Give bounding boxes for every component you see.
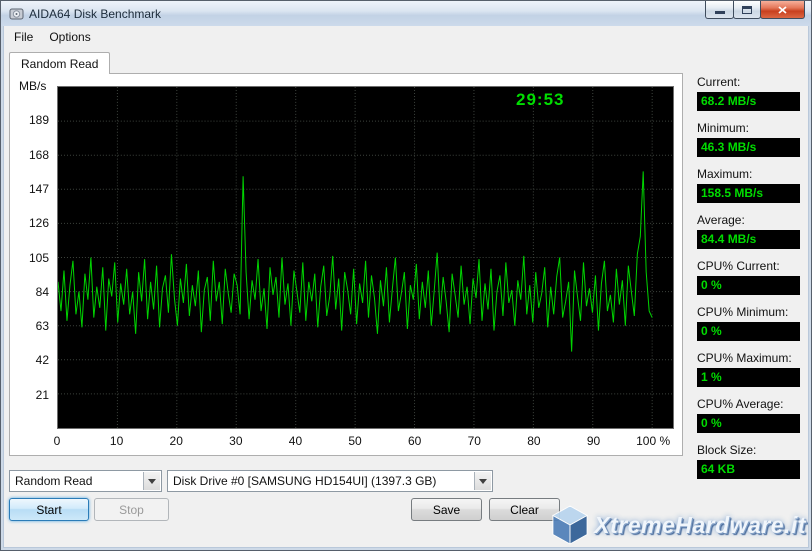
watermark-text: XtremeHardware.it xyxy=(594,512,806,539)
stat-block: Minimum: 46.3 MB/s xyxy=(697,121,800,157)
caption-buttons xyxy=(706,1,805,19)
stat-value: 68.2 MB/s xyxy=(697,92,800,111)
y-tick-label: 168 xyxy=(29,148,49,162)
y-tick-label: 42 xyxy=(36,353,49,367)
benchmark-chart: 29:53 xyxy=(57,86,674,429)
benchmark-panel: MB/s 18916814712610584634221 29:53 01020… xyxy=(9,73,683,456)
x-tick-label: 90 xyxy=(587,434,600,448)
close-button[interactable] xyxy=(760,1,805,19)
x-tick-label: 50 xyxy=(348,434,361,448)
y-tick-label: 189 xyxy=(29,113,49,127)
start-button[interactable]: Start xyxy=(9,498,89,521)
chart-plot xyxy=(58,87,673,428)
maximize-button[interactable] xyxy=(733,1,761,19)
stats-panel: Current: 68.2 MB/s Minimum: 46.3 MB/s Maximu… xyxy=(697,75,800,489)
stat-label: CPU% Maximum: xyxy=(697,351,800,365)
menu-item-file[interactable]: File xyxy=(6,27,41,47)
benchmark-type-value: Random Read xyxy=(15,474,92,488)
stat-value: 0 % xyxy=(697,276,800,295)
y-tick-label: 63 xyxy=(36,319,49,333)
tab-random-read[interactable]: Random Read xyxy=(9,52,110,74)
x-tick-label: 70 xyxy=(468,434,481,448)
y-tick-label: 105 xyxy=(29,251,49,265)
y-tick-label: 84 xyxy=(36,285,49,299)
stat-block: CPU% Average: 0 % xyxy=(697,397,800,433)
maximize-icon xyxy=(742,6,752,14)
stat-label: Average: xyxy=(697,213,800,227)
x-axis-labels: 0 10 20 30 40 50 60 70 80 90 100 % xyxy=(57,434,674,450)
y-axis-labels: 189 168 147 126 105 84 63 42 21 xyxy=(10,86,51,429)
stat-block: Current: 68.2 MB/s xyxy=(697,75,800,111)
stat-label: CPU% Current: xyxy=(697,259,800,273)
stat-block: CPU% Minimum: 0 % xyxy=(697,305,800,341)
minimize-button[interactable] xyxy=(705,1,734,19)
stat-block: Average: 84.4 MB/s xyxy=(697,213,800,249)
title-bar[interactable]: AIDA64 Disk Benchmark xyxy=(1,1,811,26)
x-tick-label: 0 xyxy=(54,434,61,448)
stat-label: Minimum: xyxy=(697,121,800,135)
dropdown-arrow-icon[interactable] xyxy=(143,472,160,490)
benchmark-type-select[interactable]: Random Read xyxy=(9,470,162,492)
watermark: XtremeHardware.it xyxy=(551,504,806,546)
minimize-icon xyxy=(715,11,725,14)
app-icon xyxy=(9,7,24,21)
drive-select[interactable]: Disk Drive #0 [SAMSUNG HD154UI] (1397.3 … xyxy=(167,470,493,492)
stat-value: 46.3 MB/s xyxy=(697,138,800,157)
stat-value: 0 % xyxy=(697,414,800,433)
dropdown-arrow-icon[interactable] xyxy=(474,472,491,490)
stat-value: 1 % xyxy=(697,368,800,387)
x-tick-label: 10 xyxy=(110,434,123,448)
y-tick-label: 126 xyxy=(29,216,49,230)
menu-bar: FileOptions xyxy=(4,26,808,48)
x-tick-label: 100 % xyxy=(636,434,670,448)
stat-value: 0 % xyxy=(697,322,800,341)
menu-item-options[interactable]: Options xyxy=(41,27,98,47)
stat-block: Maximum: 158.5 MB/s xyxy=(697,167,800,203)
x-tick-label: 30 xyxy=(229,434,242,448)
stat-label: CPU% Average: xyxy=(697,397,800,411)
y-tick-label: 21 xyxy=(36,388,49,402)
close-icon xyxy=(778,6,787,14)
clear-button[interactable]: Clear xyxy=(489,498,560,521)
x-tick-label: 20 xyxy=(170,434,183,448)
stat-value: 64 KB xyxy=(697,460,800,479)
save-button[interactable]: Save xyxy=(411,498,482,521)
y-tick-label: 147 xyxy=(29,182,49,196)
x-tick-label: 80 xyxy=(527,434,540,448)
drive-value: Disk Drive #0 [SAMSUNG HD154UI] (1397.3 … xyxy=(173,474,436,488)
stat-block: CPU% Current: 0 % xyxy=(697,259,800,295)
stat-label: CPU% Minimum: xyxy=(697,305,800,319)
stop-button[interactable]: Stop xyxy=(94,498,169,521)
stat-block: CPU% Maximum: 1 % xyxy=(697,351,800,387)
tab-label: Random Read xyxy=(21,57,98,71)
stat-label: Block Size: xyxy=(697,443,800,457)
x-tick-label: 60 xyxy=(408,434,421,448)
app-window: AIDA64 Disk Benchmark FileOptions Random… xyxy=(0,0,812,551)
x-tick-label: 40 xyxy=(289,434,302,448)
stat-label: Current: xyxy=(697,75,800,89)
stat-value: 84.4 MB/s xyxy=(697,230,800,249)
stat-block: Block Size: 64 KB xyxy=(697,443,800,479)
window-title: AIDA64 Disk Benchmark xyxy=(29,7,161,21)
window-body: FileOptions Random Read MB/s 18916814712… xyxy=(4,26,808,547)
stat-value: 158.5 MB/s xyxy=(697,184,800,203)
elapsed-timer: 29:53 xyxy=(516,90,564,110)
stat-label: Maximum: xyxy=(697,167,800,181)
